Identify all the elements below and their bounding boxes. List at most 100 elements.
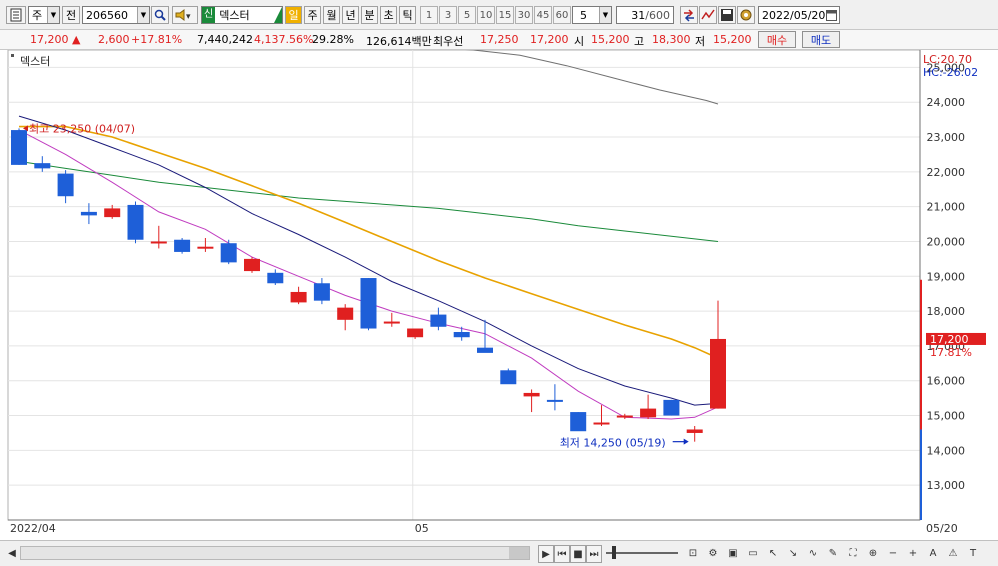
chart-type-button[interactable] [699,6,717,24]
save-button[interactable] [718,6,736,24]
candle-body[interactable] [453,332,470,338]
candle-body[interactable] [430,314,447,327]
link-button[interactable] [680,6,698,24]
tool-icon-13[interactable]: ⚠ [946,545,960,561]
candle-body[interactable] [104,208,121,218]
period-button-6[interactable]: 틱 [399,6,416,24]
date-input[interactable]: 2022/05/20 [758,6,840,24]
market-select[interactable]: 주 ▼ [28,6,60,24]
period-button-4[interactable]: 분 [361,6,378,24]
chart-canvas[interactable]: 25,00024,00023,00022,00021,00020,00019,0… [0,44,998,540]
interval-button-5[interactable]: 30 [515,6,533,24]
sound-button[interactable]: ▾ [172,6,198,24]
candle-body[interactable] [174,239,191,252]
candle-body[interactable] [80,211,97,216]
badge-new: 신 [202,7,216,23]
period-button-5[interactable]: 초 [380,6,397,24]
candle-body[interactable] [500,370,517,385]
candle-body[interactable] [570,412,587,432]
candle-body[interactable] [383,321,400,324]
period-button-1[interactable]: 주 [304,6,321,24]
tool-icon-12[interactable]: A [926,545,940,561]
price-chart[interactable]: 25,000 24,000 23,000 22,000 21,000 20,000 19,0… [0,44,998,540]
period-button-3[interactable]: 년 [342,6,359,24]
candle-body[interactable] [616,415,633,418]
candle-body[interactable] [686,429,703,433]
candle-body[interactable] [290,291,307,303]
play-icon[interactable]: ▶ [538,545,554,563]
candle-body[interactable] [220,243,237,263]
tool-icon-11[interactable]: + [906,545,920,561]
chart-menu-button[interactable] [6,6,26,24]
settings-button[interactable] [737,6,755,24]
x-tick-label: 2022/04 [10,522,56,535]
candle-body[interactable] [360,278,377,329]
candle-body[interactable] [34,163,51,169]
interval-select[interactable]: 5 ▼ [572,6,612,24]
tool-icon-0[interactable]: ⊡ [686,545,700,561]
tool-icon-3[interactable]: ▭ [746,545,760,561]
tool-icon-4[interactable]: ↖ [766,545,780,561]
scrollbar-thumb[interactable] [509,547,529,559]
interval-button-7[interactable]: 60 [553,6,571,24]
candle-body[interactable] [523,392,540,397]
candle-body[interactable] [267,272,284,284]
candle-body[interactable] [127,204,144,240]
stop-icon[interactable]: ■ [570,545,586,563]
interval-button-2[interactable]: 5 [458,6,476,24]
prev-button[interactable]: 전 [62,6,80,24]
tool-icon-14[interactable]: T [966,545,980,561]
status-bar: ◀ ▶ ⏮ ■ ⏭ ⊡ ⚙ ▣ ▭ ↖ ↘ ∿ ✎ ⛶ ⊕ − + A ⚠ T [0,540,998,566]
chevron-down-icon: ▼ [137,7,149,23]
period-button-0[interactable]: 일 [285,6,302,24]
candle-body[interactable] [640,408,657,418]
chart-scrollbar[interactable] [20,546,530,560]
tool-icon-2[interactable]: ▣ [726,545,740,561]
candle-body[interactable] [197,246,214,249]
candle-body[interactable] [407,328,424,338]
step-back-icon[interactable]: ⏮ [554,545,570,563]
candle-body[interactable] [477,347,493,353]
current-price: 17,200 ▲ [30,33,81,46]
stock-code-input[interactable]: 206560 ▼ [82,6,150,24]
interval-button-4[interactable]: 15 [496,6,514,24]
tool-icon-9[interactable]: ⊕ [866,545,880,561]
candle-body[interactable] [593,422,610,425]
buy-button[interactable]: 매수 [758,31,796,48]
step-forward-icon[interactable]: ⏭ [586,545,602,563]
y-tick-label: 16,000 [927,375,966,388]
tool-icon-5[interactable]: ↘ [786,545,800,561]
search-button[interactable] [151,6,169,24]
tool-icon-6[interactable]: ∿ [806,545,820,561]
period-button-2[interactable]: 월 [323,6,340,24]
tool-icon-1[interactable]: ⚙ [706,545,720,561]
market-select-value: 주 [32,9,43,22]
scroll-left-icon[interactable]: ◀ [6,545,18,561]
interval-button-0[interactable]: 1 [420,6,438,24]
candle-body[interactable] [710,338,726,409]
calendar-icon [826,10,837,21]
stock-name-box[interactable]: 신 덱스터 [201,6,283,24]
candle-body[interactable] [244,258,260,272]
candle-body[interactable] [11,130,27,165]
tool-icon-7[interactable]: ✎ [826,545,840,561]
interval-button-1[interactable]: 3 [439,6,457,24]
speaker-icon: ▾ [175,9,191,21]
tool-icon-10[interactable]: − [886,545,900,561]
volume: 7,440,242 [197,33,253,46]
zoom-slider-handle[interactable] [612,546,616,559]
zoom-slider[interactable] [606,552,678,554]
candle-body[interactable] [313,283,330,301]
candle-body[interactable] [57,173,74,197]
tool-icon-8[interactable]: ⛶ [846,545,860,561]
toolbar: 주 ▼ 전 206560 ▼ ▾ 신 덱스터 5 ▼ 31/600 2022/0… [0,0,998,30]
svg-text:▾: ▾ [186,12,191,21]
candle-body[interactable] [546,399,563,402]
candle-body[interactable] [663,399,680,416]
interval-button-6[interactable]: 45 [534,6,552,24]
sell-button[interactable]: 매도 [802,31,840,48]
candle-body[interactable] [337,307,354,320]
interval-button-3[interactable]: 10 [477,6,495,24]
count-input[interactable]: 31/600 [616,6,674,24]
candle-body[interactable] [150,241,167,244]
